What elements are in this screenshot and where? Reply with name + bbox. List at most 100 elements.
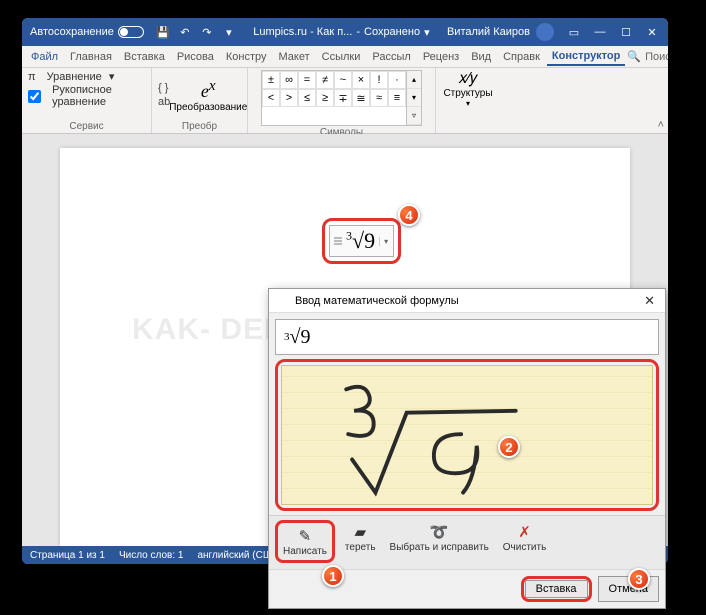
tab-review[interactable]: Реценз [418,49,464,65]
callout-4: 4 [398,204,420,226]
ink-equation[interactable]: Рукописное уравнение [28,84,145,108]
tab-references[interactable]: Ссылки [317,49,366,65]
tab-home[interactable]: Главная [65,49,117,65]
dialog-tools: ✎ Написать ▰ тереть ➰ Выбрать и исправит… [269,515,665,569]
equation-dropdown-icon[interactable]: ▾ [379,237,389,246]
user-name: Виталий Каиров [447,26,530,38]
write-tool-highlight: ✎ Написать [275,520,335,563]
status-page[interactable]: Страница 1 из 1 [30,550,105,561]
structures-label: Структуры [443,88,492,99]
dialog-title: Ввод математической формулы [295,295,459,307]
symbol-cell[interactable]: ! [370,71,388,89]
equation-highlight: 3√9 ▾ [322,218,401,264]
select-correct-tool[interactable]: ➰ Выбрать и исправить [386,520,493,555]
save-icon[interactable]: 💾 [156,25,170,39]
ink-canvas[interactable] [281,365,653,505]
document-title: Lumpics.ru - Как п... - Сохранено ▾ [236,26,447,39]
tab-file[interactable]: Файл [26,49,63,65]
callout-1: 1 [322,565,344,587]
symbol-cell[interactable]: ~ [334,71,352,89]
insert-button[interactable]: Вставка [525,580,588,598]
qat-more-icon[interactable]: ▾ [222,25,236,39]
autosave-toggle[interactable] [118,26,144,38]
ribbon-tabs: Файл Главная Вставка Рисова Констру Маке… [22,46,668,68]
tab-layout[interactable]: Макет [274,49,315,65]
convert-label: Преобразование [169,102,247,113]
clear-tool[interactable]: ✗ Очистить [499,520,551,555]
equation-content[interactable]: 3√9 [346,228,375,254]
avatar[interactable] [536,23,554,41]
search-icon: 🔍 [627,50,641,63]
status-lang[interactable]: английский (США [197,550,278,561]
title-bar: Автосохранение 💾 ↶ ↷ ▾ Lumpics.ru - Как … [22,18,668,46]
doc-name: Lumpics.ru - Как п... [253,26,352,38]
callout-3: 3 [628,568,650,590]
clear-icon: ✗ [514,522,536,542]
equation-label: Уравнение [47,71,102,83]
search-box[interactable]: 🔍 Поиск [627,50,670,63]
bracket-icon[interactable]: { } [158,82,170,94]
minimize-icon[interactable]: — [588,22,612,42]
erase-tool[interactable]: ▰ тереть [341,520,380,555]
close-icon[interactable]: ✕ [640,22,664,42]
redo-icon[interactable]: ↷ [200,25,214,39]
erase-label: тереть [345,542,376,553]
maximize-icon[interactable]: ☐ [614,22,638,42]
callout-2: 2 [498,436,520,458]
ribbon: π Уравнение ▾ Рукописное уравнение Серви… [22,68,668,134]
equation-box[interactable]: 3√9 ▾ [329,225,394,257]
tab-design[interactable]: Констру [221,49,272,65]
convert-button[interactable]: ex Преобразование [176,78,240,113]
dialog-titlebar[interactable]: Ввод математической формулы ✕ [269,289,665,313]
symbol-grid[interactable]: ± ∞ = ≠ ~ × ! · < > ≤ ≥ ∓ ≅ ≈ [261,70,407,126]
group-label-tools: Сервис [28,120,145,133]
tab-view[interactable]: Вид [466,49,496,65]
status-words[interactable]: Число слов: 1 [119,550,183,561]
tab-help[interactable]: Справк [498,49,545,65]
ribbon-options-icon[interactable]: ▭ [562,22,586,42]
equation-dropdown[interactable]: π Уравнение ▾ [28,70,114,83]
ink-equation-checkbox[interactable] [28,90,41,103]
symbol-cell[interactable]: ± [262,71,280,89]
tab-mailings[interactable]: Рассыл [367,49,415,65]
tab-insert[interactable]: Вставка [119,49,170,65]
symbol-cell[interactable]: ≥ [316,89,334,107]
autosave-label: Автосохранение [30,26,114,38]
symbol-cell[interactable]: ∞ [280,71,298,89]
symbol-cell[interactable]: = [298,71,316,89]
structures-icon: 𝑥⁄𝑦 [458,70,477,88]
dialog-icon [275,294,289,308]
tab-draw[interactable]: Рисова [172,49,219,65]
insert-highlight: Вставка [521,576,592,602]
clear-label: Очистить [503,542,547,553]
ink-strokes [282,366,652,502]
symbol-cell[interactable]: ≈ [370,89,388,107]
symbol-cell[interactable]: ≅ [352,89,370,107]
symbol-cell[interactable]: × [352,71,370,89]
symbol-cell[interactable]: > [280,89,298,107]
equation-handle[interactable] [334,237,342,245]
group-label-convert: Преобр [158,120,241,133]
write-tool[interactable]: ✎ Написать [279,524,331,559]
symbol-cell[interactable]: · [388,71,406,89]
symbol-cell[interactable]: ≤ [298,89,316,107]
dialog-close-icon[interactable]: ✕ [640,293,659,309]
symbol-cell[interactable]: ∓ [334,89,352,107]
search-label: Поиск [645,51,670,63]
structures-button[interactable]: 𝑥⁄𝑦 Структуры ▾ [442,70,494,108]
symbol-nav[interactable]: ▴▾▿ [407,70,422,126]
symbol-cell[interactable]: < [262,89,280,107]
eraser-icon: ▰ [349,522,371,542]
math-input-dialog: Ввод математической формулы ✕ 3√9 ✎ На [268,288,666,609]
autosave[interactable]: Автосохранение [26,26,148,38]
ex-icon: ex [201,78,216,102]
undo-icon[interactable]: ↶ [178,25,192,39]
formula-preview: 3√9 [275,319,659,355]
symbol-cell[interactable]: ≡ [388,89,406,107]
user-area[interactable]: Виталий Каиров [447,23,554,41]
collapse-ribbon-icon[interactable]: ˄ [658,119,664,131]
symbol-cell[interactable]: ≠ [316,71,334,89]
tab-constructor[interactable]: Конструктор [547,48,625,66]
ink-equation-label: Рукописное уравнение [52,84,145,108]
doc-saved: Сохранено [364,26,420,38]
